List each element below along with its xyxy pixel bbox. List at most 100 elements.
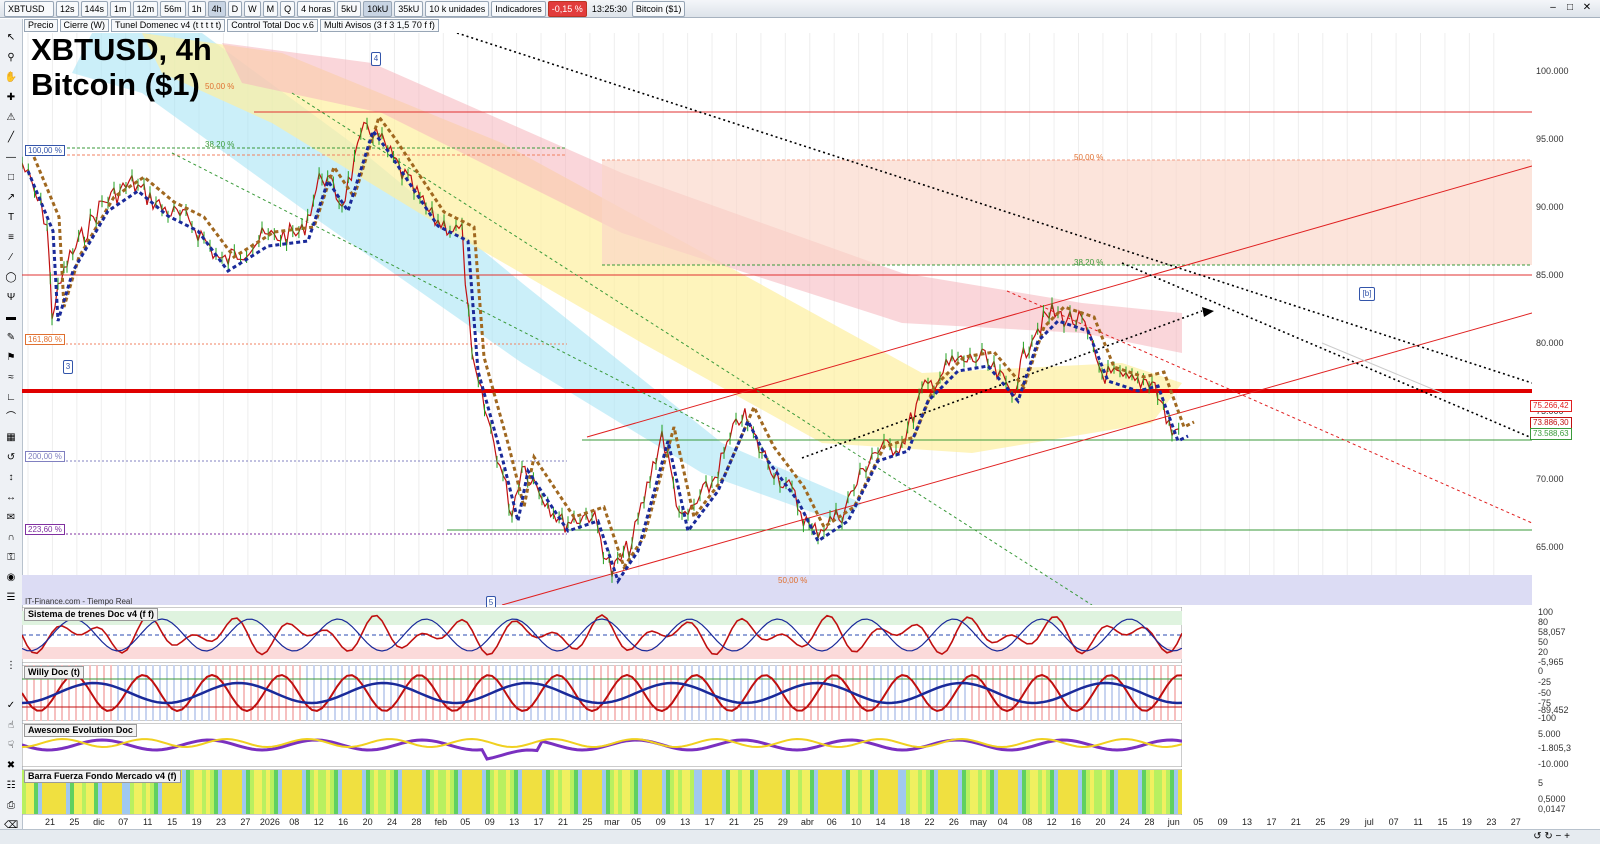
calculator-icon[interactable]: ☷ xyxy=(4,779,18,793)
date-axis[interactable]: 21 25 dic 07 11 15 19 23 27 2026 08 12 16 20 24 28 feb 05… xyxy=(22,816,1532,828)
price-tick: 100.000 xyxy=(1536,66,1569,76)
marker-icon[interactable]: ⚑ xyxy=(4,351,18,365)
trenes-tick: 20 xyxy=(1538,647,1549,657)
x-mark-icon[interactable]: ✖ xyxy=(4,759,18,773)
pointer-icon[interactable]: ↖ xyxy=(4,31,18,45)
ellipse-icon[interactable]: ◯ xyxy=(4,271,18,285)
price-tick: 95.000 xyxy=(1536,134,1564,144)
date-tick: 18 xyxy=(900,817,911,827)
price-chart[interactable] xyxy=(22,33,1532,605)
magnet-icon[interactable]: ∩ xyxy=(4,531,18,545)
zoom-controls-icon[interactable]: ↺ ↻ − + xyxy=(1533,831,1570,842)
drawing-toolbar: ↖ ⚲ ✋ ✚ ⚠ ╱ — □ ↗ T ≡ ∕ ◯ Ψ ▬ ✎ ⚑ ≈ ∟ ⌒ … xyxy=(0,19,23,843)
timeframe-q[interactable]: Q xyxy=(280,0,296,17)
timeframe-4h[interactable]: 4h xyxy=(207,0,226,17)
panel-label-barra[interactable]: Barra Fuerza Fondo Mercado v4 (f) xyxy=(24,770,181,783)
timeframe-1h[interactable]: 1h xyxy=(187,0,206,17)
layers-icon[interactable]: ☰ xyxy=(4,591,18,605)
lock-icon[interactable]: ⚿ xyxy=(4,551,18,565)
eye-icon[interactable]: ◉ xyxy=(4,571,18,585)
check-icon[interactable]: ✓ xyxy=(4,699,18,713)
main-toolbar: XBTUSD 12s 144s 1m 12m 56m 1h 4h D W M Q… xyxy=(0,0,1600,18)
legend-price[interactable]: Precio xyxy=(24,19,58,32)
willy-tick: -50 xyxy=(1538,688,1552,698)
period-selector[interactable]: 4 horas xyxy=(297,0,336,17)
pitchfork-icon[interactable]: Ψ xyxy=(4,291,18,305)
fib-label-50b: 50,00 % xyxy=(1074,153,1104,162)
crosshair-icon[interactable]: ✚ xyxy=(4,91,18,105)
clock: 13:25:30 xyxy=(591,3,627,14)
zoom-icon[interactable]: ⚲ xyxy=(4,51,18,65)
timeframe-m[interactable]: M xyxy=(262,0,279,17)
hand-icon[interactable]: ✋ xyxy=(4,71,18,85)
price-range-icon[interactable]: ↕ xyxy=(4,471,18,485)
panel-label-trenes[interactable]: Sistema de trenes Doc v4 (f f) xyxy=(24,608,159,621)
legend-control[interactable]: Control Total Doc v.6 xyxy=(227,19,318,32)
thumb-down-icon[interactable]: ☟ xyxy=(4,739,18,753)
arc-icon[interactable]: ⌒ xyxy=(4,411,18,425)
price-tick: 90.000 xyxy=(1536,202,1564,212)
ruler-icon[interactable]: ▬ xyxy=(4,311,18,325)
date-tick: 25 xyxy=(582,817,593,827)
text-icon[interactable]: T xyxy=(4,211,18,225)
cycle-icon[interactable]: ↺ xyxy=(4,451,18,465)
date-tick: 09 xyxy=(1217,817,1228,827)
trenes-panel[interactable] xyxy=(22,607,1182,663)
date-tick: 09 xyxy=(655,817,666,827)
symbol-selector[interactable]: XBTUSD xyxy=(4,0,54,17)
willy-panel[interactable] xyxy=(22,665,1182,721)
price-tag-1: 75.266,42 xyxy=(1530,400,1572,412)
horizontal-line-icon[interactable]: — xyxy=(4,151,18,165)
date-tick: 11 xyxy=(143,817,153,827)
timeframe-56m[interactable]: 56m xyxy=(160,0,186,17)
gann-icon[interactable]: ▦ xyxy=(4,431,18,445)
indicators-button[interactable]: Indicadores xyxy=(491,0,546,17)
units-selector[interactable]: 10 k unidades xyxy=(425,0,490,17)
wave-icon[interactable]: ≈ xyxy=(4,371,18,385)
panel-label-awesome[interactable]: Awesome Evolution Doc xyxy=(24,724,137,737)
chart-legend: Precio Cierre (W) Tunel Domenec v4 (t t … xyxy=(24,19,439,32)
size-10ku[interactable]: 10kU xyxy=(363,0,393,17)
timeframe-w[interactable]: W xyxy=(244,0,261,17)
timeframe-1m[interactable]: 1m xyxy=(110,0,131,17)
fan-icon[interactable]: ∟ xyxy=(4,391,18,405)
legend-avisos[interactable]: Multi Avisos (3 f 3 1,5 70 f f) xyxy=(319,19,439,32)
timeframe-d[interactable]: D xyxy=(227,0,243,17)
pencil-icon[interactable]: ✎ xyxy=(4,331,18,345)
legend-tunel[interactable]: Tunel Domenec v4 (t t t t t) xyxy=(111,19,226,32)
date-tick: 23 xyxy=(215,817,227,827)
date-tick: 06 xyxy=(826,817,837,827)
timeframe-12m[interactable]: 12m xyxy=(132,0,159,17)
size-5ku[interactable]: 5kU xyxy=(337,0,362,17)
date-tick: 16 xyxy=(338,817,349,827)
fib-icon[interactable]: ≡ xyxy=(4,231,18,245)
date-tick: 13 xyxy=(680,817,691,827)
date-tick: 28 xyxy=(411,817,422,827)
size-35ku[interactable]: 35kU xyxy=(394,0,424,17)
panel-label-willy[interactable]: Willy Doc (t) xyxy=(24,666,84,679)
arrow-icon[interactable]: ↗ xyxy=(4,191,18,205)
date-tick: 20 xyxy=(362,817,373,827)
legend-close[interactable]: Cierre (W) xyxy=(59,19,110,32)
date-tick: 19 xyxy=(191,817,202,827)
minimize-icon[interactable]: – xyxy=(1546,1,1560,15)
price-tick: 85.000 xyxy=(1536,270,1564,280)
rectangle-icon[interactable]: □ xyxy=(4,171,18,185)
thumb-icon[interactable]: ☝ xyxy=(4,719,18,733)
channel-icon[interactable]: ∕ xyxy=(4,251,18,265)
trenes-tick: 58,057 xyxy=(1538,627,1566,637)
date-tick: 21 xyxy=(44,817,56,827)
awesome-panel[interactable] xyxy=(22,723,1182,767)
date-tick: 29 xyxy=(777,817,788,827)
print-icon[interactable]: ⎙ xyxy=(4,799,18,813)
timeframe-144s[interactable]: 144s xyxy=(80,0,109,17)
maximize-icon[interactable]: □ xyxy=(1563,1,1577,15)
note-icon[interactable]: ✉ xyxy=(4,511,18,525)
timeframe-12s[interactable]: 12s xyxy=(56,0,79,17)
close-icon[interactable]: ✕ xyxy=(1580,1,1594,15)
dots-icon[interactable]: ⋮ xyxy=(4,659,18,673)
barra-panel[interactable] xyxy=(22,769,1182,815)
bell-icon[interactable]: ⚠ xyxy=(4,111,18,125)
date-range-icon[interactable]: ↔ xyxy=(4,491,18,505)
trendline-icon[interactable]: ╱ xyxy=(4,131,18,145)
